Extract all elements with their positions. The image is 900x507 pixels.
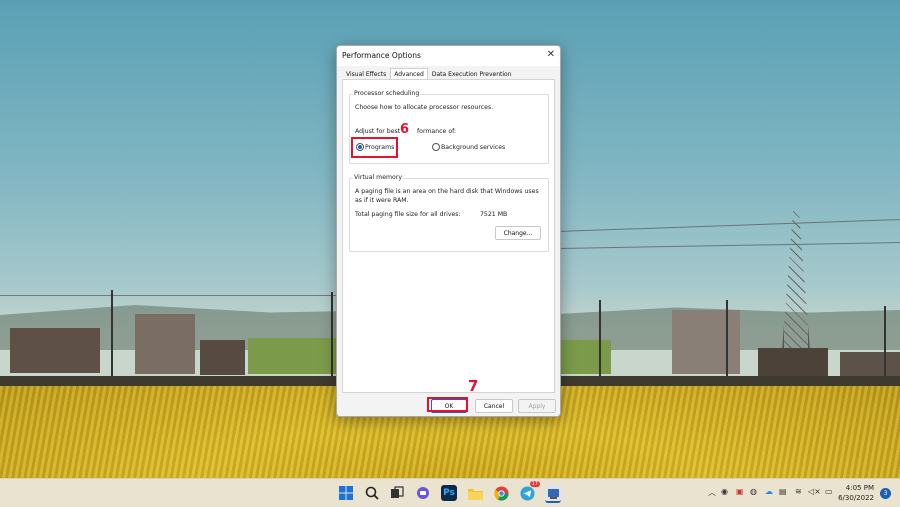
apply-button[interactable]: Apply [518, 399, 556, 413]
step-6-label: 6 [400, 122, 410, 137]
total-paging-value: 7521 MB [480, 211, 508, 218]
performance-options-dialog: Performance Options ✕ Visual Effects Adv… [336, 45, 561, 417]
background-services-label[interactable]: Background services [441, 144, 505, 151]
train [559, 340, 611, 374]
apartment-building [672, 310, 740, 374]
total-paging-label: Total paging file size for all drives: [355, 211, 461, 218]
utility-pole [726, 300, 728, 380]
cancel-button[interactable]: Cancel [475, 399, 513, 413]
telegram-icon[interactable]: 17 [519, 481, 540, 501]
step-7-label: 7 [468, 377, 479, 395]
app-icon[interactable] [545, 485, 561, 503]
chevron-up-icon[interactable]: ︿ [708, 487, 716, 498]
processor-description: Choose how to allocate processor resourc… [355, 104, 494, 111]
building [135, 314, 195, 374]
task-view-icon[interactable] [389, 485, 405, 501]
adjust-label-end: formance of: [417, 128, 457, 135]
house [758, 348, 828, 376]
house [10, 328, 100, 373]
train [248, 338, 336, 374]
volume-icon[interactable]: ◁× [808, 487, 821, 496]
photoshop-icon[interactable]: Ps [441, 485, 457, 501]
clock-time: 4:05 PM [845, 484, 874, 492]
background-services-radio[interactable] [432, 143, 440, 151]
paging-description-line1: A paging file is an area on the hard dis… [355, 188, 539, 195]
group-title: Processor scheduling [353, 90, 421, 97]
change-button[interactable]: Change... [495, 226, 541, 240]
utility-pole [331, 292, 333, 380]
file-explorer-icon[interactable] [467, 485, 483, 501]
programs-highlight-box [351, 137, 398, 158]
clock[interactable]: 4:05 PM 6/30/2022 [838, 483, 874, 503]
chat-icon[interactable] [415, 485, 431, 501]
taskbar: Ps 17 ︿ ◉ ▣ ◍ ☁ ▤ ≋ ◁× ▭ 4:05 PM 6/30/20… [0, 478, 900, 507]
utility-pole [111, 290, 113, 380]
tray-app-icon[interactable]: ▤ [779, 487, 787, 496]
paging-description-line2: as if it were RAM. [355, 197, 409, 204]
close-icon[interactable]: ✕ [547, 49, 555, 60]
battery-icon[interactable]: ▭ [825, 487, 833, 496]
titlebar: Performance Options ✕ [337, 46, 560, 66]
tray-app-icon[interactable]: ◉ [721, 487, 728, 496]
utility-pole [599, 300, 601, 380]
house [840, 352, 900, 376]
wifi-icon[interactable]: ≋ [795, 487, 802, 496]
tray-app-icon[interactable]: ◍ [750, 487, 757, 496]
search-icon[interactable] [364, 485, 380, 501]
utility-pole [884, 306, 886, 380]
group-title: Virtual memory [353, 174, 404, 181]
advanced-panel: Processor scheduling Choose how to alloc… [342, 79, 555, 393]
chrome-icon[interactable] [493, 485, 509, 501]
ok-highlight-box [427, 397, 468, 412]
tray-app-icon[interactable]: ▣ [736, 487, 744, 496]
clock-date: 6/30/2022 [838, 494, 874, 502]
notification-badge[interactable]: 3 [880, 488, 891, 499]
windows-start-icon[interactable] [338, 485, 354, 501]
house [200, 340, 245, 375]
telegram-badge: 17 [529, 481, 540, 487]
dialog-title: Performance Options [342, 51, 421, 60]
onedrive-icon[interactable]: ☁ [765, 487, 773, 496]
adjust-label-start: Adjust for best [355, 128, 401, 135]
power-line [0, 295, 336, 296]
